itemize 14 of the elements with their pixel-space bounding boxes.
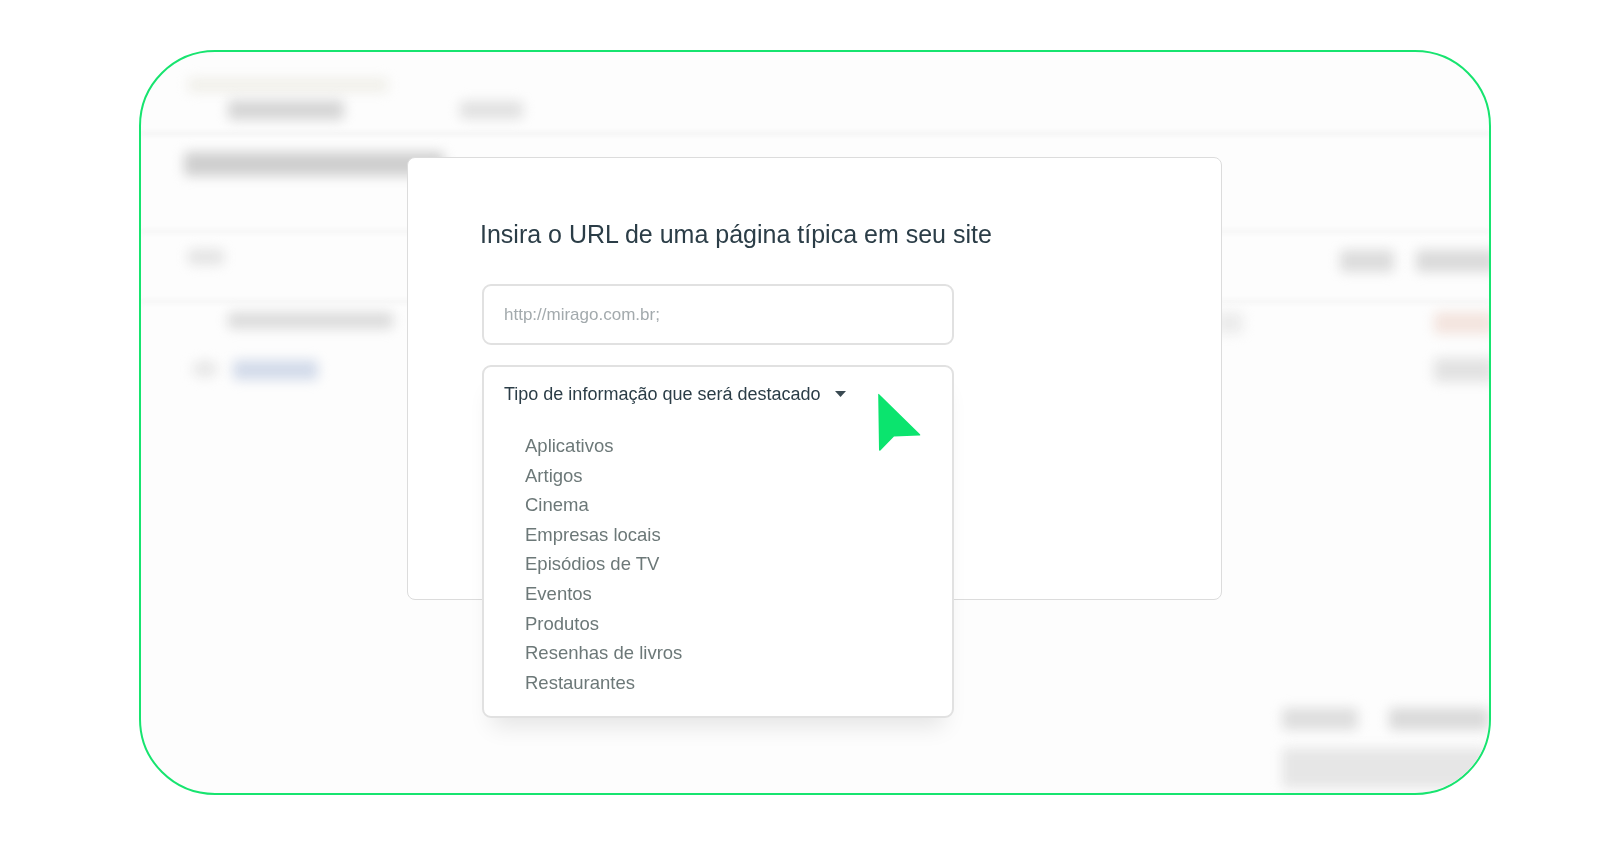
dropdown-option[interactable]: Resenhas de livros <box>525 638 683 668</box>
url-input[interactable]: http://mirago.com.br; <box>482 284 954 345</box>
dropdown-option[interactable]: Artigos <box>525 460 583 491</box>
dropdown-option[interactable]: Produtos <box>525 608 600 639</box>
dropdown-option[interactable]: Aplicativos <box>525 431 614 461</box>
dropdown-option[interactable]: Restaurantes <box>525 667 636 698</box>
dropdown-option[interactable]: Episódios de TV <box>525 549 660 579</box>
pointer-icon <box>877 393 921 451</box>
dropdown-option[interactable]: Empresas locais <box>525 519 661 550</box>
dropdown-toggle[interactable]: Tipo de informação que será destacado <box>504 383 846 405</box>
caret-icon <box>834 391 846 397</box>
dropdown-option[interactable]: Cinema <box>525 490 589 520</box>
dropdown-option[interactable]: Eventos <box>525 578 592 609</box>
dialog-title: Insira o URL de uma página típica em seu site <box>480 219 993 249</box>
